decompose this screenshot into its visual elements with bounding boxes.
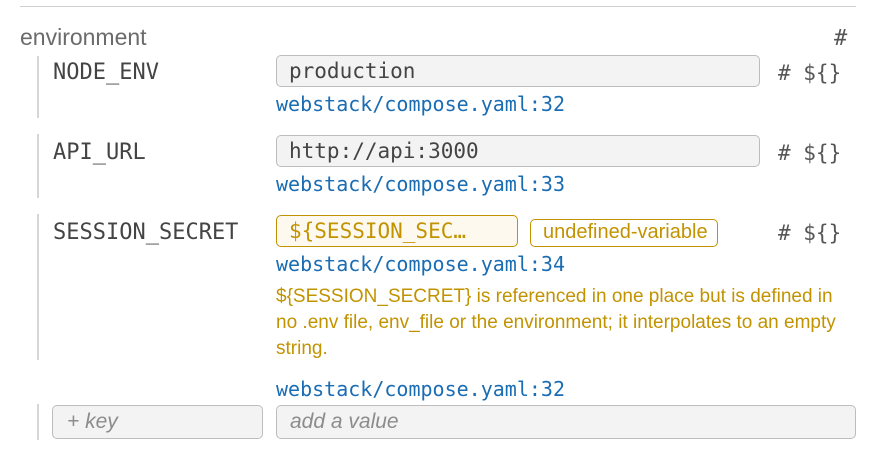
source-link[interactable]: webstack/compose.yaml:32 xyxy=(276,92,565,116)
section-hash-button[interactable]: # xyxy=(834,26,847,51)
env-actions[interactable]: # ${} xyxy=(778,221,841,245)
new-value-input[interactable]: add a value xyxy=(276,405,856,439)
row-actions-label[interactable]: # ${} xyxy=(778,141,841,165)
env-value-field[interactable]: http://api:3000 xyxy=(276,135,760,167)
env-actions[interactable]: # ${} xyxy=(778,61,841,85)
source-link[interactable]: webstack/compose.yaml:32 xyxy=(276,377,565,401)
env-value-field[interactable]: production xyxy=(276,55,760,87)
env-value-field[interactable]: ${SESSION_SEC… xyxy=(276,215,518,247)
row-actions-label[interactable]: # ${} xyxy=(778,221,841,245)
new-key-input[interactable]: + key xyxy=(52,405,263,439)
section-divider xyxy=(20,6,856,7)
env-actions[interactable]: # ${} xyxy=(778,141,841,165)
section-title: environment xyxy=(20,24,147,50)
group-bar xyxy=(37,56,39,118)
group-bar xyxy=(37,404,39,440)
source-link[interactable]: webstack/compose.yaml:33 xyxy=(276,172,565,196)
warning-message: ${SESSION_SECRET} is referenced in one p… xyxy=(276,286,836,359)
env-key: NODE_ENV xyxy=(53,60,159,85)
group-bar xyxy=(37,134,39,198)
env-key: API_URL xyxy=(53,140,146,165)
undefined-variable-badge: undefined-variable xyxy=(530,219,718,247)
row-actions-label[interactable]: # ${} xyxy=(778,61,841,85)
source-link[interactable]: webstack/compose.yaml:34 xyxy=(276,252,565,276)
env-key: SESSION_SECRET xyxy=(53,220,239,245)
group-bar xyxy=(37,214,39,360)
